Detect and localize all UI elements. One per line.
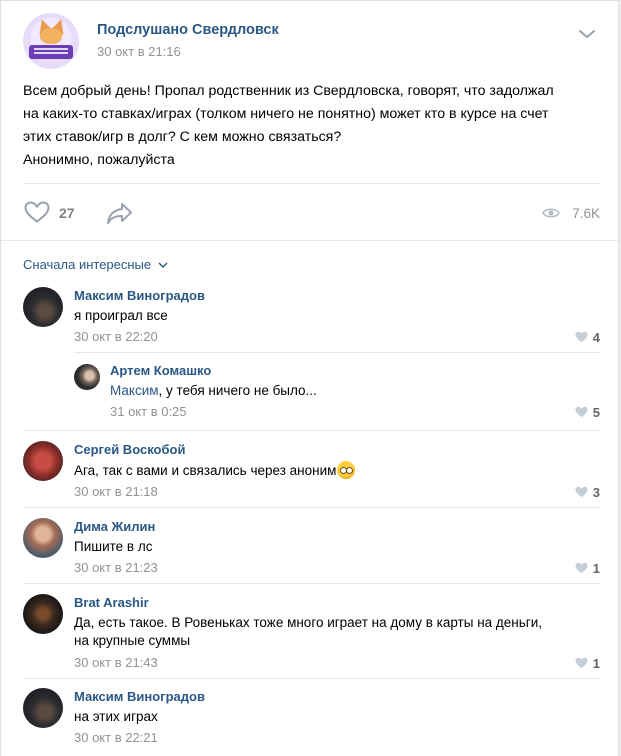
mention-link[interactable]: Максим: [110, 383, 159, 398]
comment-date[interactable]: 30 окт в 22:21: [74, 730, 158, 745]
comment-text: Максим, у тебя ничего не было...: [110, 383, 317, 398]
heart-icon: [575, 657, 588, 668]
comment-text-line: на этих играх: [74, 709, 158, 724]
avatar[interactable]: [23, 287, 63, 327]
comment-author-link[interactable]: Дима Жилин: [74, 519, 155, 534]
comment-reply: Артем Комашко Максим, у тебя ничего не б…: [74, 363, 600, 424]
comment-date[interactable]: 30 окт в 21:18: [74, 484, 158, 499]
comment-like-count: 3: [592, 485, 600, 500]
divider: [74, 352, 600, 353]
comment-like-button[interactable]: 1: [575, 655, 600, 671]
post-text-line: этих ставок/игр в долг? С кем можно связ…: [23, 129, 342, 145]
comment-text-line: я проиграл все: [74, 308, 168, 323]
heart-icon: [575, 406, 588, 417]
post-card: Подслушано Свердловск 30 окт в 21:16 Все…: [0, 0, 620, 756]
comment-text: Пишите в лс: [74, 538, 152, 556]
comment-like-button[interactable]: 4: [575, 329, 600, 345]
eye-icon: [542, 208, 560, 218]
comment-author-link[interactable]: Brat Arashir: [74, 595, 149, 610]
chevron-down-icon[interactable]: [578, 27, 596, 39]
comment-text-span: Ага, так с вами и связались через аноним: [74, 463, 337, 478]
like-count: 27: [59, 205, 75, 221]
comment-author-link[interactable]: Максим Виноградов: [74, 689, 205, 704]
comment-like-button[interactable]: 1: [575, 560, 600, 576]
comment-author-link[interactable]: Максим Виноградов: [74, 288, 205, 303]
comment-date[interactable]: 30 окт в 21:43: [74, 655, 158, 670]
comment-text: я проиграл все: [74, 307, 168, 325]
group-name-link[interactable]: Подслушано Свердловск: [97, 22, 279, 38]
comment: Максим Виноградов я проиграл все 30 окт …: [23, 287, 600, 347]
post-actions: 27 7.6K: [23, 197, 600, 227]
comment: Дима Жилин Пишите в лс 30 окт в 21:23 1: [23, 518, 600, 578]
heart-icon: [575, 486, 588, 497]
group-avatar[interactable]: [23, 13, 79, 69]
post-text-line: Анонимно, пожалуйста: [23, 152, 175, 168]
comment-author-link[interactable]: Сергей Воскобой: [74, 442, 185, 457]
avatar[interactable]: [23, 518, 63, 558]
comment-like-button[interactable]: 3: [575, 484, 600, 500]
comment-text-line: Пишите в лс: [74, 539, 153, 554]
divider: [1, 240, 620, 241]
comment-text: Ага, так с вами и связались через аноним: [74, 461, 356, 480]
post-date[interactable]: 30 окт в 21:16: [97, 44, 181, 59]
divider: [23, 430, 600, 431]
comment-date[interactable]: 31 окт в 0:25: [110, 404, 187, 419]
reply-text: , у тебя ничего не было...: [158, 383, 317, 398]
avatar[interactable]: [74, 364, 100, 390]
comment-date[interactable]: 30 окт в 21:23: [74, 560, 158, 575]
avatar[interactable]: [23, 594, 63, 634]
comment-like-count: 1: [592, 656, 600, 671]
comment-like-button[interactable]: 5: [575, 404, 600, 420]
heart-icon: [575, 562, 588, 573]
comment: Brat Arashir Да, есть такое. В Ровеньках…: [23, 594, 600, 674]
sort-label: Сначала интересные: [23, 257, 152, 272]
comment: Максим Виноградов на этих играх 30 окт в…: [23, 688, 600, 750]
comment-date[interactable]: 30 окт в 22:20: [74, 329, 158, 344]
comment-like-count: 4: [592, 330, 600, 345]
rolling-eyes-emoji-icon: [337, 461, 356, 479]
post-header: Подслушано Свердловск 30 окт в 21:16: [23, 13, 598, 73]
share-arrow-icon: [107, 203, 132, 224]
avatar[interactable]: [23, 441, 63, 481]
comments-sort-dropdown[interactable]: Сначала интересные: [23, 257, 168, 272]
share-button[interactable]: [105, 200, 135, 226]
heart-icon: [24, 201, 50, 223]
logo-banner: [29, 45, 73, 59]
post-text-line: Всем добрый день! Пропал родственник из …: [23, 83, 554, 99]
comment-like-count: 5: [592, 405, 600, 420]
comment-text-line: Да, есть такое. В Ровеньках тоже много и…: [74, 615, 542, 630]
comment: Сергей Воскобой Ага, так с вами и связал…: [23, 441, 600, 501]
chevron-down-icon: [158, 262, 168, 268]
fox-logo-face: [40, 28, 62, 44]
comment-author-link[interactable]: Артем Комашко: [110, 363, 211, 378]
comment-like-count: 1: [592, 561, 600, 576]
comment-text-line: Ага, так с вами и связались через аноним: [74, 461, 356, 480]
comment-text-line: на крупные суммы: [74, 633, 191, 648]
divider: [23, 507, 600, 508]
comment-text: на этих играх: [74, 708, 158, 726]
views-counter: 7.6K: [542, 205, 600, 223]
divider: [23, 183, 600, 184]
post-text-line: на каких-то ставках/играх (толком ничего…: [23, 106, 549, 122]
avatar[interactable]: [23, 688, 63, 728]
comment-text: Да, есть такое. В Ровеньках тоже много и…: [74, 614, 542, 650]
heart-icon: [575, 331, 588, 342]
views-count: 7.6K: [572, 206, 600, 221]
divider: [23, 583, 600, 584]
divider: [23, 678, 600, 679]
post-text: Всем добрый день! Пропал родственник из …: [23, 80, 608, 172]
